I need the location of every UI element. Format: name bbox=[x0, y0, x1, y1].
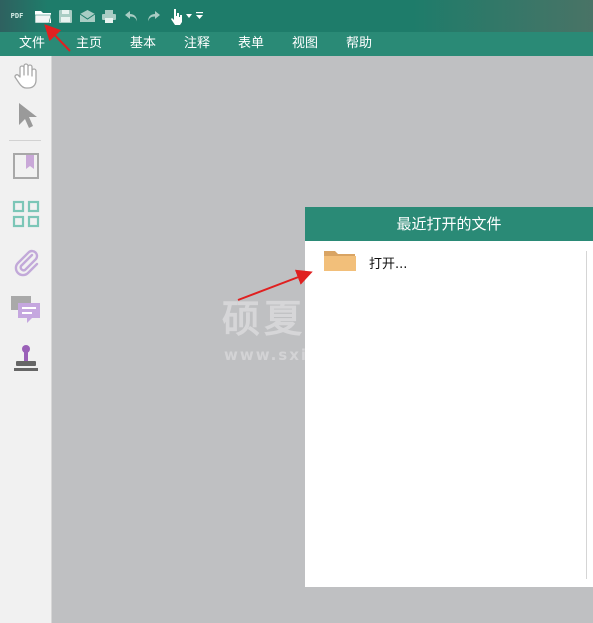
bookmark-icon[interactable] bbox=[8, 148, 44, 184]
pdf-editor-window: PDF 文件 主页 基本 注释 表单 视图 帮助 硕夏 www.sxia 最近打… bbox=[0, 0, 593, 623]
tool-dropdown-arrow-icon[interactable] bbox=[184, 7, 194, 25]
menu-help[interactable]: 帮助 bbox=[346, 32, 372, 56]
menu-basic[interactable]: 基本 bbox=[130, 32, 156, 56]
recent-files-title: 最近打开的文件 bbox=[305, 207, 593, 241]
undo-icon[interactable] bbox=[122, 7, 140, 25]
folder-icon bbox=[323, 248, 357, 276]
select-arrow-icon[interactable] bbox=[8, 98, 44, 134]
menu-annotate[interactable]: 注释 bbox=[184, 32, 210, 56]
attachment-icon[interactable] bbox=[8, 244, 44, 280]
customize-dropdown-icon[interactable] bbox=[194, 7, 204, 25]
hand-tool-icon[interactable] bbox=[8, 58, 44, 94]
panel-scrollbar[interactable] bbox=[586, 251, 587, 579]
toolbar-divider bbox=[9, 140, 41, 141]
menu-file[interactable]: 文件 bbox=[19, 32, 45, 56]
print-icon[interactable] bbox=[100, 7, 118, 25]
comments-icon[interactable] bbox=[8, 292, 44, 328]
open-folder-icon[interactable] bbox=[33, 7, 53, 25]
menu-view[interactable]: 视图 bbox=[292, 32, 318, 56]
app-logo: PDF bbox=[10, 12, 24, 20]
redo-icon[interactable] bbox=[144, 7, 162, 25]
quick-access-toolbar: PDF bbox=[0, 0, 593, 32]
left-toolbar bbox=[0, 56, 52, 623]
email-icon[interactable] bbox=[78, 7, 96, 25]
menu-home[interactable]: 主页 bbox=[76, 32, 102, 56]
recent-files-panel: 最近打开的文件 打开... bbox=[305, 207, 593, 587]
save-icon[interactable] bbox=[56, 7, 74, 25]
watermark-text: 硕夏 bbox=[222, 297, 307, 341]
thumbnails-icon[interactable] bbox=[8, 196, 44, 232]
menu-form[interactable]: 表单 bbox=[238, 32, 264, 56]
open-file-label: 打开... bbox=[369, 256, 408, 272]
open-file-item[interactable]: 打开... bbox=[323, 249, 523, 275]
hand-pointer-icon[interactable] bbox=[168, 7, 184, 25]
menu-bar: 文件 主页 基本 注释 表单 视图 帮助 bbox=[0, 32, 593, 56]
stamp-icon[interactable] bbox=[8, 340, 44, 376]
